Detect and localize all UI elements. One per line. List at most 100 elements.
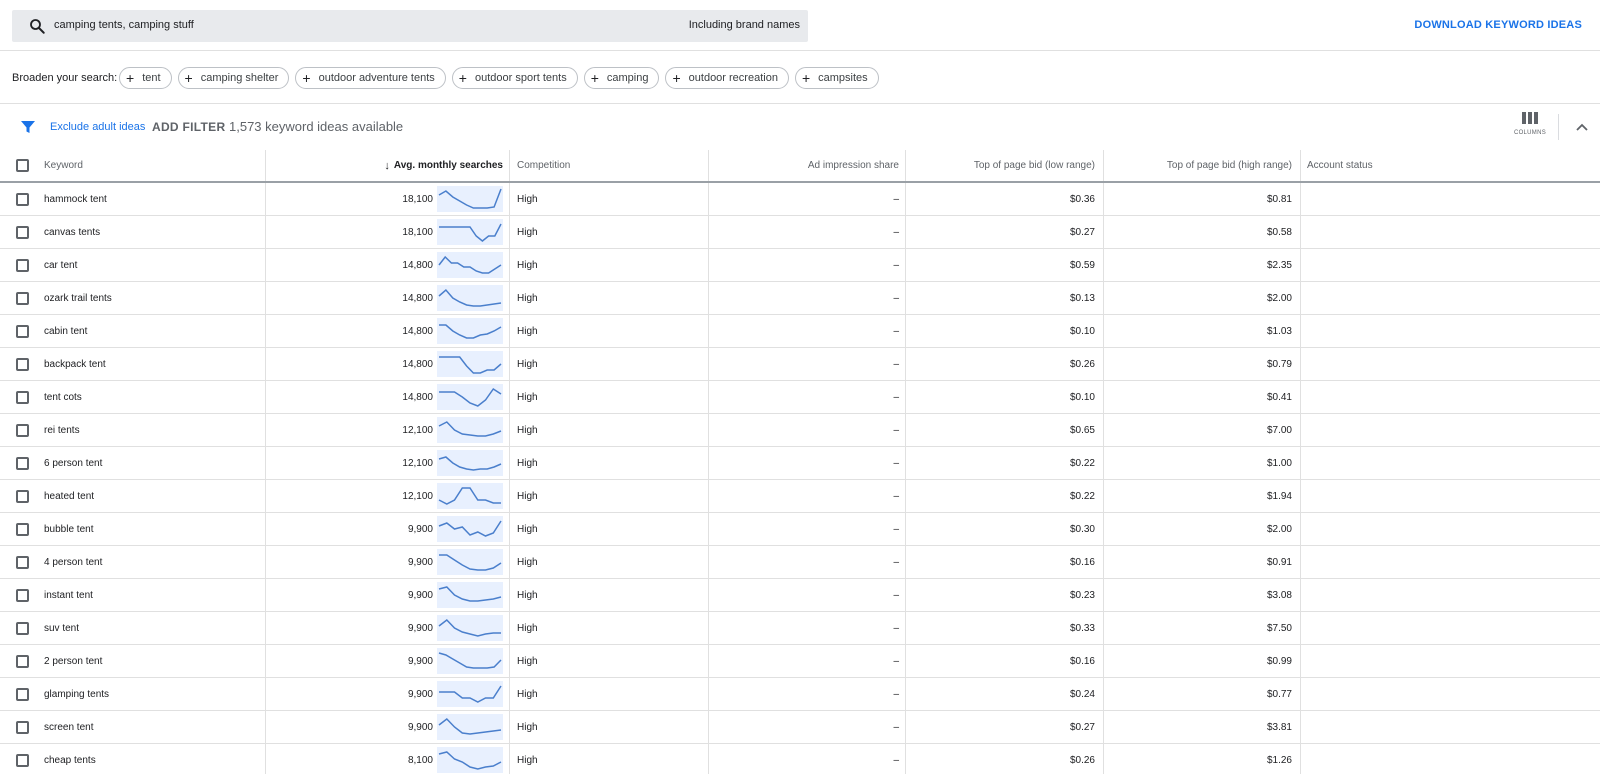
keyword-cell[interactable]: tent cots — [44, 381, 264, 413]
keyword-cell[interactable]: backpack tent — [44, 348, 264, 380]
low-bid-cell: $0.16 — [905, 546, 1103, 578]
download-keyword-ideas-button[interactable]: DOWNLOAD KEYWORD IDEAS — [1414, 19, 1582, 31]
keyword-cell[interactable]: rei tents — [44, 414, 264, 446]
account-status-cell — [1300, 513, 1600, 545]
avg-searches-cell: 18,100 — [265, 216, 510, 248]
keyword-cell[interactable]: 2 person tent — [44, 645, 264, 677]
row-checkbox[interactable] — [15, 753, 29, 767]
header-ad-impression-share[interactable]: Ad impression share — [708, 150, 905, 181]
keyword-table: Keyword ↓ Avg. monthly searches Competit… — [0, 150, 1600, 774]
trend-line — [438, 288, 502, 307]
broaden-chip[interactable]: + outdoor recreation — [665, 67, 789, 89]
row-checkbox[interactable] — [15, 291, 29, 305]
keyword-cell[interactable]: suv tent — [44, 612, 264, 644]
keyword-cell[interactable]: bubble tent — [44, 513, 264, 545]
keyword-cell[interactable]: cabin tent — [44, 315, 264, 347]
trend-line — [439, 356, 502, 374]
filter-icon[interactable] — [20, 119, 36, 135]
table-row: glamping tents 9,900 High – $0.24 $0.77 — [0, 678, 1600, 711]
row-checkbox-cell — [12, 348, 32, 380]
row-checkbox[interactable] — [15, 192, 29, 206]
keyword-cell[interactable]: car tent — [44, 249, 264, 281]
trend-sparkline — [437, 417, 503, 443]
high-bid-cell: $7.50 — [1103, 612, 1300, 644]
low-bid-cell: $0.30 — [905, 513, 1103, 545]
broaden-chip[interactable]: + tent — [119, 67, 172, 89]
row-checkbox[interactable] — [15, 390, 29, 404]
row-checkbox[interactable] — [15, 654, 29, 668]
avg-searches-cell: 14,800 — [265, 381, 510, 413]
broaden-chip[interactable]: + camping shelter — [177, 67, 290, 89]
low-bid-cell: $0.26 — [905, 744, 1103, 774]
row-checkbox-cell — [12, 183, 32, 215]
keyword-cell[interactable]: cheap tents — [44, 744, 264, 774]
account-status-cell — [1300, 645, 1600, 677]
row-checkbox-cell — [12, 480, 32, 512]
high-bid-cell: $2.35 — [1103, 249, 1300, 281]
broaden-chip[interactable]: + camping — [583, 67, 660, 89]
keyword-cell[interactable]: canvas tents — [44, 216, 264, 248]
trend-line — [438, 618, 501, 637]
header-keyword[interactable]: Keyword — [44, 150, 264, 181]
select-all-checkbox[interactable] — [15, 159, 29, 172]
table-row: instant tent 9,900 High – $0.23 $3.08 — [0, 579, 1600, 612]
high-bid-cell: $0.58 — [1103, 216, 1300, 248]
table-row: 2 person tent 9,900 High – $0.16 $0.99 — [0, 645, 1600, 678]
keyword-cell[interactable]: instant tent — [44, 579, 264, 611]
keyword-cell[interactable]: screen tent — [44, 711, 264, 743]
keyword-cell[interactable]: glamping tents — [44, 678, 264, 710]
add-filter-button[interactable]: ADD FILTER — [152, 120, 225, 134]
avg-searches-value: 9,900 — [407, 622, 433, 634]
chevron-up-icon[interactable] — [1574, 120, 1590, 134]
row-checkbox[interactable] — [15, 423, 29, 437]
row-checkbox[interactable] — [15, 489, 29, 503]
keyword-cell[interactable]: ozark trail tents — [44, 282, 264, 314]
header-high-bid[interactable]: Top of page bid (high range) — [1103, 150, 1300, 181]
row-checkbox[interactable] — [15, 588, 29, 602]
row-checkbox[interactable] — [15, 357, 29, 371]
row-checkbox[interactable] — [15, 555, 29, 569]
exclude-adult-ideas-filter[interactable]: Exclude adult ideas — [50, 121, 145, 133]
trend-sparkline — [437, 219, 503, 245]
competition-cell: High — [517, 556, 538, 568]
broaden-chip[interactable]: + outdoor sport tents — [451, 67, 578, 89]
ad-impression-share-cell: – — [708, 546, 905, 578]
row-checkbox[interactable] — [15, 258, 29, 272]
row-checkbox-cell — [12, 447, 32, 479]
row-checkbox[interactable] — [15, 225, 29, 239]
high-bid-cell: $0.79 — [1103, 348, 1300, 380]
row-checkbox[interactable] — [15, 522, 29, 536]
row-checkbox[interactable] — [15, 720, 29, 734]
keyword-cell[interactable]: 4 person tent — [44, 546, 264, 578]
select-all-cell — [12, 150, 32, 181]
avg-searches-cell: 9,900 — [265, 612, 510, 644]
trend-sparkline — [437, 681, 503, 707]
row-checkbox-cell — [12, 381, 32, 413]
avg-searches-value: 18,100 — [402, 193, 433, 205]
keyword-cell[interactable]: heated tent — [44, 480, 264, 512]
broaden-chip[interactable]: + outdoor adventure tents — [295, 67, 446, 89]
broaden-chip[interactable]: + campsites — [794, 67, 879, 89]
columns-button[interactable]: COLUMNS — [1512, 112, 1548, 142]
search-query[interactable]: camping tents, camping stuff — [54, 19, 194, 31]
broaden-chips: + tent + camping shelter + outdoor adventure … — [119, 67, 879, 89]
row-checkbox[interactable] — [15, 456, 29, 470]
row-checkbox-cell — [12, 546, 32, 578]
avg-searches-cell: 12,100 — [265, 447, 510, 479]
row-checkbox[interactable] — [15, 687, 29, 701]
columns-label: COLUMNS — [1513, 130, 1547, 136]
search-box[interactable]: camping tents, camping stuff Including b… — [12, 10, 808, 42]
high-bid-cell: $2.00 — [1103, 513, 1300, 545]
header-account-status[interactable]: Account status — [1300, 150, 1600, 181]
avg-searches-cell: 9,900 — [265, 579, 510, 611]
header-low-bid[interactable]: Top of page bid (low range) — [905, 150, 1103, 181]
row-checkbox[interactable] — [15, 324, 29, 338]
header-avg-monthly-searches[interactable]: ↓ Avg. monthly searches — [265, 150, 510, 181]
keyword-cell[interactable]: 6 person tent — [44, 447, 264, 479]
row-checkbox[interactable] — [15, 621, 29, 635]
ad-impression-share-cell: – — [708, 315, 905, 347]
keyword-cell[interactable]: hammock tent — [44, 183, 264, 215]
header-competition[interactable]: Competition — [511, 150, 708, 181]
brand-names-toggle[interactable]: Including brand names — [689, 19, 800, 31]
keyword-ideas-count: 1,573 keyword ideas available — [229, 119, 404, 134]
